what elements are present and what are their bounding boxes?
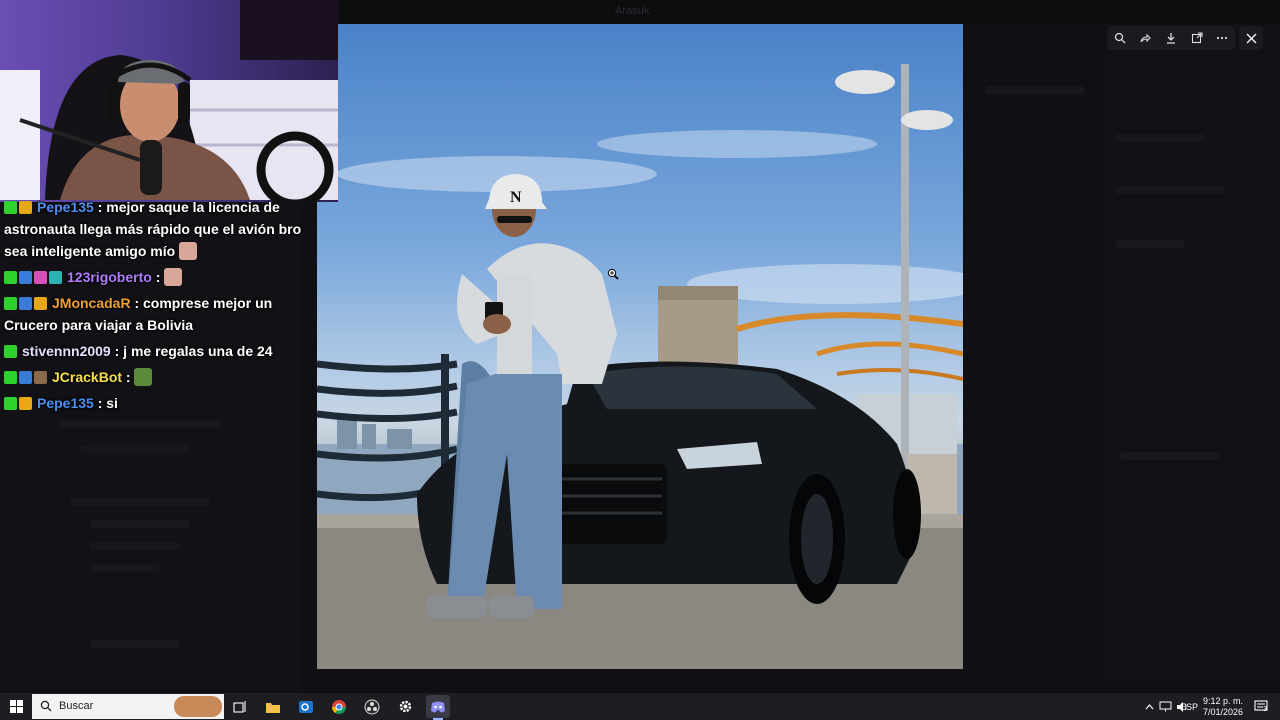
viewed-image[interactable]: N (317, 24, 963, 669)
chat-badge-icon[interactable] (34, 371, 47, 384)
settings-icon (399, 700, 411, 713)
chat-badge-icon[interactable] (4, 271, 17, 284)
discord-button[interactable] (426, 695, 450, 720)
notification-count: 3 (1263, 706, 1267, 713)
chat-badge-icon[interactable] (19, 371, 32, 384)
chat-text: : (155, 269, 161, 285)
chat-badge-icon[interactable] (19, 271, 32, 284)
chat-emote-icon (179, 242, 198, 260)
chat-message: Pepe135 : mejor saque la licencia de ast… (4, 196, 304, 262)
download-icon[interactable] (1162, 29, 1180, 47)
task-view-button[interactable] (228, 695, 252, 718)
zoom-icon[interactable] (1111, 29, 1129, 47)
chat-message: stivennn2009 : j me regalas una de 24 (4, 340, 304, 362)
outlook-icon (299, 700, 313, 713)
file-explorer-button[interactable] (261, 695, 285, 718)
network-icon (1159, 701, 1171, 712)
chat-badge-icon[interactable] (49, 271, 62, 284)
obs-icon (364, 699, 380, 714)
chat-message: Pepe135 : si (4, 392, 304, 414)
zoom-cursor-icon (607, 267, 619, 285)
more-icon[interactable] (1213, 29, 1231, 47)
search-highlight-image (174, 696, 222, 717)
chat-badge-icon[interactable] (34, 271, 47, 284)
task-view-icon (233, 700, 246, 713)
chat-badge-icon[interactable] (4, 345, 17, 358)
chat-username[interactable]: Pepe135 (37, 395, 94, 411)
chat-emote-icon (134, 368, 153, 386)
window-title: Arasuk (615, 5, 650, 17)
language-indicator[interactable]: ESP (1180, 702, 1198, 712)
windows-logo-icon (9, 700, 23, 713)
chat-message: JMoncadaR : comprese mejor un Crucero pa… (4, 292, 304, 336)
chat-text: : j me regalas una de 24 (114, 343, 273, 359)
stream-chat-overlay: Pepe135 : mejor saque la licencia de ast… (4, 196, 304, 418)
background-member-list (1100, 24, 1280, 684)
close-icon (1245, 32, 1257, 44)
chat-badge-icon[interactable] (4, 297, 17, 310)
chat-username[interactable]: JCrackBot (52, 369, 122, 385)
tray-overflow-button[interactable] (1142, 695, 1156, 718)
chat-text: : (125, 369, 131, 385)
clock-time[interactable]: 9:12 p. m. (1203, 696, 1243, 706)
search-icon (40, 700, 52, 712)
chat-message: JCrackBot : (4, 366, 304, 388)
taskbar-search-box[interactable]: Buscar (32, 694, 224, 719)
chat-badge-icon[interactable] (34, 297, 47, 310)
chat-badge-icon[interactable] (19, 397, 32, 410)
outlook-button[interactable] (294, 695, 318, 718)
image-scene: N (317, 64, 963, 669)
chat-badge-icon[interactable] (4, 201, 17, 214)
webcam-feed (0, 0, 338, 202)
chat-username[interactable]: 123rigoberto (67, 269, 152, 285)
chat-badge-icon[interactable] (19, 201, 32, 214)
discord-icon (431, 701, 445, 712)
image-viewer-toolbar (1107, 26, 1235, 50)
network-button[interactable] (1157, 695, 1173, 718)
chat-message: 123rigoberto : (4, 266, 304, 288)
chat-badge-icon[interactable] (19, 297, 32, 310)
share-icon[interactable] (1136, 29, 1154, 47)
chat-emote-icon (164, 268, 183, 286)
chat-text: : si (97, 395, 118, 411)
close-viewer-button[interactable] (1239, 26, 1263, 50)
chat-username[interactable]: stivennn2009 (22, 343, 111, 359)
chrome-icon (332, 699, 346, 714)
clock-date[interactable]: 7/01/2026 (1203, 707, 1243, 717)
obs-button[interactable] (360, 695, 384, 718)
search-placeholder: Buscar (59, 700, 94, 712)
chat-username[interactable]: JMoncadaR (52, 295, 131, 311)
chrome-button[interactable] (327, 695, 351, 718)
settings-button[interactable] (393, 695, 417, 718)
taskbar: Buscar ESP 9:12 p. m. 7/01/2026 3 (0, 693, 1280, 720)
cap-letter: N (510, 189, 522, 206)
notification-center-button[interactable]: 3 (1249, 695, 1273, 718)
windows-start-button[interactable] (0, 693, 32, 720)
chevron-up-icon (1145, 703, 1153, 709)
chat-username[interactable]: Pepe135 (37, 199, 94, 215)
chat-badge-icon[interactable] (4, 371, 17, 384)
open-external-icon[interactable] (1188, 29, 1206, 47)
file-explorer-icon (266, 702, 280, 713)
chat-badge-icon[interactable] (4, 397, 17, 410)
